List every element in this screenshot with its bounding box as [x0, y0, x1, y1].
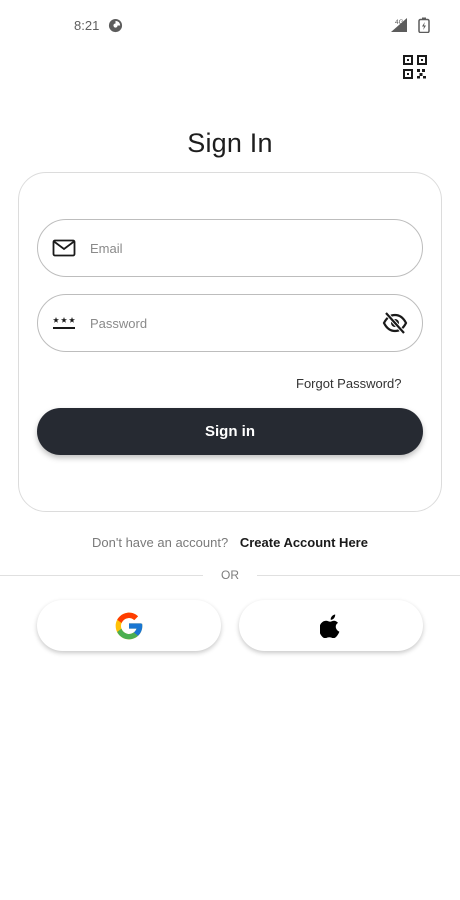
apple-sign-in-button[interactable] [239, 600, 423, 651]
mail-icon [52, 239, 76, 257]
network-label: 4G [395, 19, 404, 26]
password-input[interactable] [90, 311, 370, 335]
apple-logo-icon [320, 614, 340, 638]
page-title: Sign In [187, 128, 273, 158]
password-dots-icon [53, 317, 75, 329]
signal-icon: 4G [391, 18, 407, 32]
create-account-link[interactable]: Create Account Here [240, 535, 368, 550]
sign-in-button[interactable]: Sign in [37, 408, 423, 455]
qr-code-icon[interactable] [402, 54, 428, 80]
signup-prompt: Don't have an account? [92, 535, 229, 550]
email-field[interactable] [37, 219, 423, 277]
sign-in-screen: 8:21 4G Sign In Email Forgot Password? S… [0, 0, 460, 900]
eye-off-icon[interactable] [382, 311, 408, 335]
app-notification-icon [108, 18, 123, 33]
email-input[interactable] [90, 236, 370, 260]
forgot-password-link[interactable]: Forgot Password? [296, 376, 402, 391]
divider-line-right [257, 575, 460, 576]
signup-row: Don't have an account? Create Account He… [0, 535, 460, 550]
google-logo-icon [115, 612, 143, 640]
password-field[interactable] [37, 294, 423, 352]
status-bar: 8:21 4G [0, 0, 460, 52]
status-time: 8:21 [74, 18, 100, 33]
google-sign-in-button[interactable] [37, 600, 221, 651]
battery-icon [418, 17, 430, 33]
